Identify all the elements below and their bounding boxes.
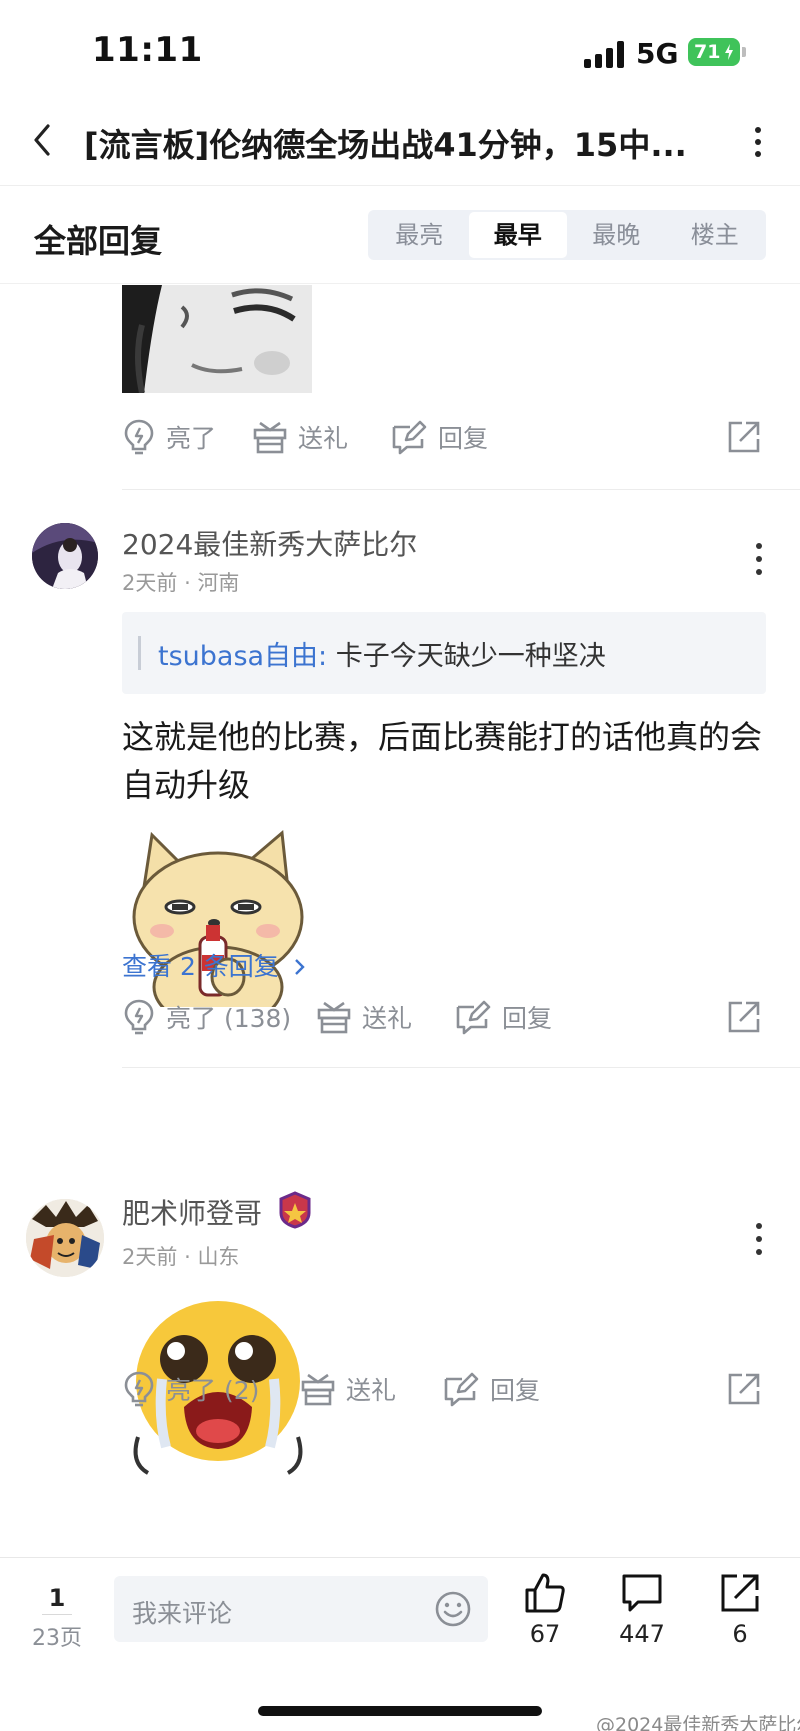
- gift-icon: [301, 1373, 335, 1406]
- more-icon[interactable]: [748, 124, 768, 160]
- comment-input[interactable]: 我来评论: [114, 1576, 488, 1642]
- like-count: 67: [529, 1620, 561, 1648]
- share-icon[interactable]: [726, 999, 762, 1035]
- post-meta: 2天前 · 山东: [122, 1241, 239, 1271]
- gift-button[interactable]: 送礼: [300, 1367, 396, 1411]
- quote-content: 卡子今天缺少一种坚决: [335, 641, 606, 672]
- post-location: 山东: [197, 1245, 240, 1269]
- gift-icon: [317, 1001, 351, 1034]
- gift-icon: [253, 421, 287, 454]
- page-divider: [42, 1614, 72, 1615]
- post-location: 河南: [197, 571, 240, 595]
- sort-tabs: 最亮 最早 最晚 楼主: [368, 210, 766, 260]
- battery-text: 71: [694, 41, 721, 63]
- like-button[interactable]: 67: [510, 1572, 580, 1648]
- chevron-right-icon: [294, 959, 305, 975]
- post-divider: [122, 489, 800, 490]
- status-bar: 11:11 5G 71: [0, 0, 800, 100]
- page-total[interactable]: 23页: [20, 1620, 94, 1652]
- comments-button[interactable]: 447: [607, 1572, 677, 1648]
- share-icon: [721, 1574, 759, 1612]
- light-label: 亮了 (138): [166, 1004, 292, 1033]
- share-button[interactable]: 6: [705, 1572, 775, 1648]
- post-actions: 亮了 (2) 送礼 回复: [122, 1367, 762, 1411]
- gift-label: 送礼: [362, 1004, 413, 1033]
- emoji-icon[interactable]: [434, 1590, 472, 1628]
- reply-image-face[interactable]: [122, 285, 312, 393]
- edit-icon: [444, 1372, 479, 1407]
- quote-text: tsubasa自由: 卡子今天缺少一种坚决: [158, 634, 606, 673]
- share-count: 6: [732, 1620, 748, 1648]
- reply-button[interactable]: 回复: [454, 995, 552, 1039]
- comment-text: 这就是他的比赛，后面比赛能打的话他真的会自动升级: [122, 718, 763, 804]
- comment-icon: [622, 1574, 662, 1612]
- watermark: @2024最佳新秀大萨比尔: [596, 1714, 800, 1731]
- light-label: 亮了: [166, 424, 217, 453]
- post-meta: 2天前 · 河南: [122, 567, 239, 597]
- username[interactable]: 2024最佳新秀大萨比尔: [122, 523, 417, 563]
- battery-level: 71: [688, 38, 740, 66]
- light-label: 亮了 (2): [166, 1376, 260, 1405]
- gift-label: 送礼: [346, 1376, 397, 1405]
- comment-count: 447: [619, 1620, 665, 1648]
- section-title: 全部回复: [34, 222, 163, 260]
- reply-label: 回复: [438, 424, 489, 453]
- gift-button[interactable]: 送礼: [316, 995, 412, 1039]
- reply-list: 亮了 送礼 回复 2024最佳新秀大萨比尔 2天前 · 河南 tsubasa自由…: [0, 285, 800, 1557]
- title-bar: [流言板]伦纳德全场出战41分钟，15中...: [0, 100, 800, 186]
- reply-label: 回复: [502, 1004, 553, 1033]
- quoted-reply[interactable]: tsubasa自由: 卡子今天缺少一种坚决: [122, 612, 766, 694]
- avatar[interactable]: [32, 523, 98, 589]
- badge-icon: [279, 1191, 311, 1229]
- back-icon[interactable]: [28, 122, 58, 158]
- light-button[interactable]: 亮了 (2): [122, 1367, 259, 1411]
- tab-earliest[interactable]: 最早: [468, 212, 567, 258]
- post-divider: [122, 1067, 800, 1068]
- username[interactable]: 肥术师登哥: [122, 1191, 313, 1232]
- page-current[interactable]: 1: [20, 1584, 94, 1612]
- avatar[interactable]: [26, 1199, 104, 1277]
- reply-label: 回复: [490, 1376, 541, 1405]
- post-time: 2天前: [122, 1245, 178, 1269]
- reply-button[interactable]: 回复: [390, 415, 488, 459]
- bottom-bar: 1 23页 我来评论 67 447 6 @2024最佳新秀大萨比尔: [0, 1557, 800, 1731]
- quote-author[interactable]: tsubasa自由:: [158, 641, 327, 672]
- edit-icon: [392, 420, 427, 455]
- gift-button[interactable]: 送礼: [252, 415, 348, 459]
- lightbulb-icon: [124, 419, 154, 455]
- reply-button[interactable]: 回复: [442, 1367, 540, 1411]
- meta-separator: ·: [184, 1245, 191, 1269]
- edit-icon: [456, 1000, 491, 1035]
- signal-icon: [584, 40, 626, 68]
- comment-placeholder: 我来评论: [132, 1599, 233, 1628]
- replies-header: 全部回复 最亮 最早 最晚 楼主: [0, 186, 800, 284]
- status-time: 11:11: [92, 30, 203, 70]
- light-button[interactable]: 亮了 (138): [122, 995, 291, 1039]
- network-type: 5G: [636, 37, 679, 70]
- page-title: [流言板]伦纳德全场出战41分钟，15中...: [84, 126, 687, 164]
- home-indicator[interactable]: [258, 1706, 542, 1716]
- quote-bar: [138, 636, 141, 670]
- share-icon[interactable]: [726, 419, 762, 455]
- username-text: 肥术师登哥: [122, 1197, 263, 1230]
- post-more-icon[interactable]: [752, 541, 766, 577]
- lightbulb-icon: [124, 1371, 154, 1407]
- share-icon[interactable]: [726, 1371, 762, 1407]
- thumbs-up-icon: [525, 1573, 565, 1613]
- battery-tip: [742, 47, 746, 57]
- post-actions: 亮了 送礼 回复: [122, 415, 762, 459]
- view-replies-link[interactable]: 查看 2 条回复: [122, 947, 307, 983]
- meta-separator: ·: [184, 571, 191, 595]
- lightbulb-icon: [124, 999, 154, 1035]
- light-button[interactable]: 亮了: [122, 415, 216, 459]
- post-more-icon[interactable]: [752, 1221, 766, 1257]
- post-actions: 亮了 (138) 送礼 回复: [122, 995, 762, 1039]
- tab-brightest[interactable]: 最亮: [370, 212, 469, 258]
- gift-label: 送礼: [298, 424, 349, 453]
- tab-op[interactable]: 楼主: [666, 212, 765, 258]
- view-replies-label: 查看 2 条回复: [122, 952, 279, 981]
- post-time: 2天前: [122, 571, 178, 595]
- tab-latest[interactable]: 最晚: [567, 212, 666, 258]
